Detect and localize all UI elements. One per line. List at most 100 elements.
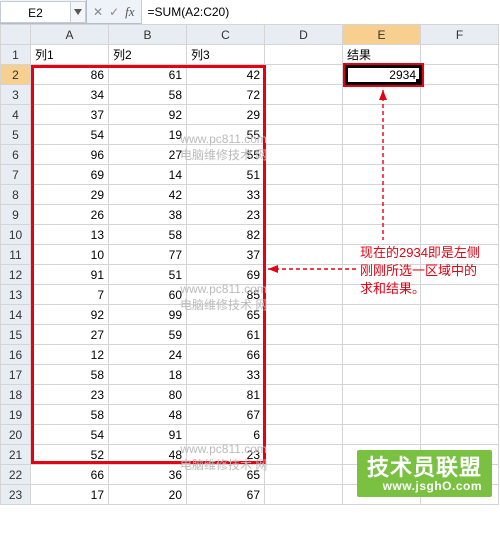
col-header-D[interactable]: D bbox=[265, 25, 343, 45]
cell-A9[interactable]: 26 bbox=[31, 205, 109, 225]
cell-E14[interactable] bbox=[343, 305, 421, 325]
cell-B21[interactable]: 48 bbox=[109, 445, 187, 465]
col-header-B[interactable]: B bbox=[109, 25, 187, 45]
row-header-21[interactable]: 21 bbox=[1, 445, 31, 465]
cell-F1[interactable] bbox=[421, 45, 499, 65]
cell-F2[interactable] bbox=[421, 65, 499, 85]
col-header-E[interactable]: E bbox=[343, 25, 421, 45]
col-header-C[interactable]: C bbox=[187, 25, 265, 45]
row-header-22[interactable]: 22 bbox=[1, 465, 31, 485]
cell-E9[interactable] bbox=[343, 205, 421, 225]
cell-B16[interactable]: 24 bbox=[109, 345, 187, 365]
cell-A10[interactable]: 13 bbox=[31, 225, 109, 245]
cell-C21[interactable]: 23 bbox=[187, 445, 265, 465]
cell-D13[interactable] bbox=[265, 285, 343, 305]
cell-A2[interactable]: 86 bbox=[31, 65, 109, 85]
cell-C13[interactable]: 85 bbox=[187, 285, 265, 305]
cell-A22[interactable]: 66 bbox=[31, 465, 109, 485]
cell-F19[interactable] bbox=[421, 405, 499, 425]
cell-D15[interactable] bbox=[265, 325, 343, 345]
cell-E7[interactable] bbox=[343, 165, 421, 185]
row-header-19[interactable]: 19 bbox=[1, 405, 31, 425]
cell-E15[interactable] bbox=[343, 325, 421, 345]
cell-A19[interactable]: 58 bbox=[31, 405, 109, 425]
cell-B13[interactable]: 60 bbox=[109, 285, 187, 305]
cell-C23[interactable]: 67 bbox=[187, 485, 265, 505]
cell-D3[interactable] bbox=[265, 85, 343, 105]
cell-D11[interactable] bbox=[265, 245, 343, 265]
cell-C3[interactable]: 72 bbox=[187, 85, 265, 105]
cell-A17[interactable]: 58 bbox=[31, 365, 109, 385]
row-header-5[interactable]: 5 bbox=[1, 125, 31, 145]
cell-C6[interactable]: 55 bbox=[187, 145, 265, 165]
row-header-16[interactable]: 16 bbox=[1, 345, 31, 365]
cell-E2[interactable]: 2934 bbox=[343, 65, 421, 85]
cell-E19[interactable] bbox=[343, 405, 421, 425]
enter-icon[interactable]: ✓ bbox=[109, 5, 119, 19]
col-header-F[interactable]: F bbox=[421, 25, 499, 45]
cell-A18[interactable]: 23 bbox=[31, 385, 109, 405]
cell-C14[interactable]: 65 bbox=[187, 305, 265, 325]
cell-D23[interactable] bbox=[265, 485, 343, 505]
cell-A7[interactable]: 69 bbox=[31, 165, 109, 185]
cell-E17[interactable] bbox=[343, 365, 421, 385]
cell-E4[interactable] bbox=[343, 105, 421, 125]
cell-A23[interactable]: 17 bbox=[31, 485, 109, 505]
cell-A1[interactable]: 列1 bbox=[31, 45, 109, 65]
row-header-17[interactable]: 17 bbox=[1, 365, 31, 385]
cell-F6[interactable] bbox=[421, 145, 499, 165]
cell-E6[interactable] bbox=[343, 145, 421, 165]
cell-D17[interactable] bbox=[265, 365, 343, 385]
cell-C18[interactable]: 81 bbox=[187, 385, 265, 405]
cell-A12[interactable]: 91 bbox=[31, 265, 109, 285]
cell-F15[interactable] bbox=[421, 325, 499, 345]
cell-A15[interactable]: 27 bbox=[31, 325, 109, 345]
cell-F20[interactable] bbox=[421, 425, 499, 445]
cell-C17[interactable]: 33 bbox=[187, 365, 265, 385]
fx-icon[interactable]: fx bbox=[125, 4, 134, 20]
row-header-9[interactable]: 9 bbox=[1, 205, 31, 225]
cell-C8[interactable]: 33 bbox=[187, 185, 265, 205]
cell-C9[interactable]: 23 bbox=[187, 205, 265, 225]
cell-B8[interactable]: 42 bbox=[109, 185, 187, 205]
cell-B9[interactable]: 38 bbox=[109, 205, 187, 225]
cell-B15[interactable]: 59 bbox=[109, 325, 187, 345]
cell-C11[interactable]: 37 bbox=[187, 245, 265, 265]
formula-input[interactable]: =SUM(A2:C20) bbox=[141, 0, 500, 24]
cell-C5[interactable]: 55 bbox=[187, 125, 265, 145]
cell-B22[interactable]: 36 bbox=[109, 465, 187, 485]
row-header-10[interactable]: 10 bbox=[1, 225, 31, 245]
cell-C12[interactable]: 69 bbox=[187, 265, 265, 285]
cell-A20[interactable]: 54 bbox=[31, 425, 109, 445]
cell-C2[interactable]: 42 bbox=[187, 65, 265, 85]
cell-E1[interactable]: 结果 bbox=[343, 45, 421, 65]
cell-E10[interactable] bbox=[343, 225, 421, 245]
cell-F14[interactable] bbox=[421, 305, 499, 325]
cell-B18[interactable]: 80 bbox=[109, 385, 187, 405]
cell-D16[interactable] bbox=[265, 345, 343, 365]
cell-D1[interactable] bbox=[265, 45, 343, 65]
cell-C15[interactable]: 61 bbox=[187, 325, 265, 345]
cell-C4[interactable]: 29 bbox=[187, 105, 265, 125]
cell-F5[interactable] bbox=[421, 125, 499, 145]
cell-E5[interactable] bbox=[343, 125, 421, 145]
cell-B20[interactable]: 91 bbox=[109, 425, 187, 445]
cell-D19[interactable] bbox=[265, 405, 343, 425]
cell-D18[interactable] bbox=[265, 385, 343, 405]
cell-A14[interactable]: 92 bbox=[31, 305, 109, 325]
cell-F8[interactable] bbox=[421, 185, 499, 205]
row-header-3[interactable]: 3 bbox=[1, 85, 31, 105]
row-header-6[interactable]: 6 bbox=[1, 145, 31, 165]
cell-B6[interactable]: 27 bbox=[109, 145, 187, 165]
cell-B10[interactable]: 58 bbox=[109, 225, 187, 245]
cell-A8[interactable]: 29 bbox=[31, 185, 109, 205]
cell-B14[interactable]: 99 bbox=[109, 305, 187, 325]
row-header-8[interactable]: 8 bbox=[1, 185, 31, 205]
cell-E3[interactable] bbox=[343, 85, 421, 105]
cell-B12[interactable]: 51 bbox=[109, 265, 187, 285]
cell-D6[interactable] bbox=[265, 145, 343, 165]
cell-C10[interactable]: 82 bbox=[187, 225, 265, 245]
row-header-4[interactable]: 4 bbox=[1, 105, 31, 125]
row-header-11[interactable]: 11 bbox=[1, 245, 31, 265]
col-header-A[interactable]: A bbox=[31, 25, 109, 45]
